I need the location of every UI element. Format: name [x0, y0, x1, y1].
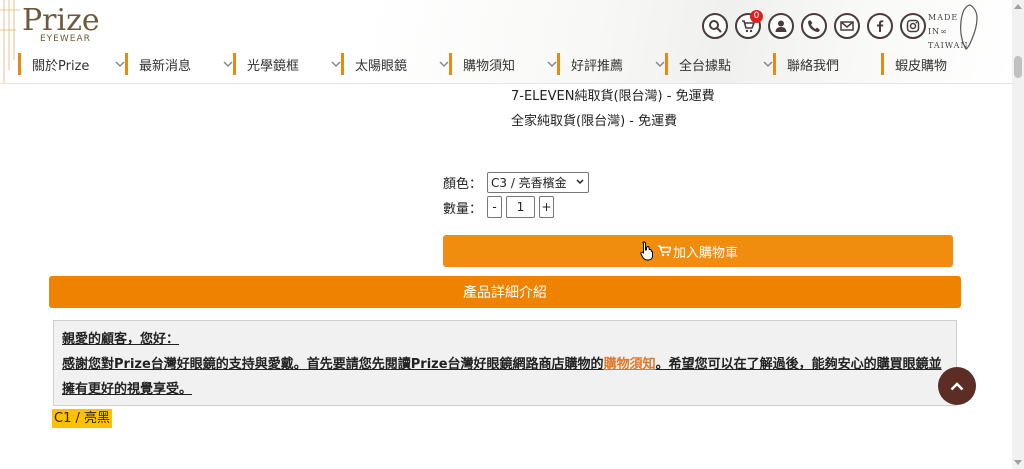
prize-logo[interactable]: Prize EYEWEAR — [22, 6, 132, 48]
shipping-option-711: 7-ELEVEN純取貨(限台灣) - 免運費 — [511, 89, 715, 104]
scroll-up-arrow[interactable] — [1014, 4, 1022, 9]
taiwan-map-icon — [960, 4, 978, 50]
user-icon[interactable] — [768, 13, 794, 39]
scroll-thumb[interactable] — [1014, 56, 1022, 78]
logo-subtext: EYEWEAR — [40, 34, 91, 44]
cart-icon — [657, 245, 671, 257]
phone-icon[interactable] — [801, 13, 827, 39]
customer-notice: 親愛的顧客，您好： 感謝您對Prize台灣好眼鏡的支持與愛戴。首先要請您先閱讀P… — [53, 320, 957, 406]
back-to-top-button[interactable] — [938, 367, 976, 405]
nav-item-news[interactable]: 最新消息 — [125, 53, 233, 75]
add-to-cart-button[interactable]: 加入購物車 — [443, 235, 953, 267]
page-scrollbar[interactable] — [1012, 0, 1024, 469]
notice-greeting: 親愛的顧客，您好： — [62, 332, 180, 347]
quantity-label: 數量： — [443, 202, 483, 217]
shopping-guide-link[interactable]: 購物須知 — [604, 357, 656, 372]
shipping-option-familymart: 全家純取貨(限台灣) - 免運費 — [511, 114, 678, 129]
product-details-tab[interactable]: 產品詳細介紹 — [49, 276, 961, 308]
nav-item-locations[interactable]: 全台據點 — [665, 53, 773, 75]
chevron-up-icon — [950, 382, 964, 391]
quantity-decrease-button[interactable]: - — [487, 196, 502, 218]
color-select-value: C3 / 亮香檳金 — [491, 176, 567, 190]
chevron-down-icon — [115, 61, 125, 68]
scroll-down-arrow[interactable] — [1014, 460, 1022, 465]
cart-count-badge: 0 — [750, 10, 763, 23]
nav-item-sunglasses[interactable]: 太陽眼鏡 — [341, 53, 449, 75]
quantity-increase-button[interactable]: + — [539, 196, 554, 218]
color-select[interactable]: C3 / 亮香檳金 — [487, 172, 589, 193]
nav-item-shopping-guide[interactable]: 購物須知 — [449, 53, 557, 75]
main-nav: 關於Prize 最新消息 光學鏡框 太陽眼鏡 購物須知 好評推薦 全台據點 聯絡… — [18, 53, 971, 75]
logo-text: Prize — [22, 3, 100, 38]
nav-item-about[interactable]: 關於Prize — [18, 53, 125, 75]
chevron-down-icon — [576, 179, 584, 185]
chevron-down-icon — [655, 61, 665, 68]
hand-cursor-icon — [640, 241, 653, 261]
quantity-input[interactable]: 1 — [506, 196, 535, 218]
notice-text-before: 感謝您對Prize台灣好眼鏡的支持與愛戴。首先要請您先閱讀Prize台灣好眼鏡網… — [62, 357, 604, 372]
color-label: 顏色： — [443, 177, 483, 192]
site-header: Prize EYEWEAR 0 MADE IN∞ TAIWAN 關於Prize … — [0, 0, 1012, 84]
nav-item-contact[interactable]: 聯絡我們 — [773, 53, 881, 75]
nav-item-reviews[interactable]: 好評推薦 — [557, 53, 665, 75]
chevron-down-icon — [547, 61, 557, 68]
search-icon[interactable] — [702, 13, 728, 39]
chevron-down-icon — [763, 61, 773, 68]
chevron-down-icon — [223, 61, 233, 68]
variant-label: C1 / 亮黑 — [52, 409, 112, 428]
add-to-cart-label: 加入購物車 — [672, 245, 738, 261]
instagram-icon[interactable] — [900, 13, 926, 39]
nav-item-shopee[interactable]: 蝦皮購物 — [881, 53, 971, 75]
chevron-down-icon — [331, 61, 341, 68]
header-icons: 0 — [702, 10, 926, 39]
facebook-icon[interactable] — [867, 13, 893, 39]
cart-icon[interactable]: 0 — [735, 10, 763, 39]
mail-icon[interactable] — [834, 13, 860, 39]
chevron-down-icon — [439, 61, 449, 68]
nav-item-optical-frames[interactable]: 光學鏡框 — [233, 53, 341, 75]
